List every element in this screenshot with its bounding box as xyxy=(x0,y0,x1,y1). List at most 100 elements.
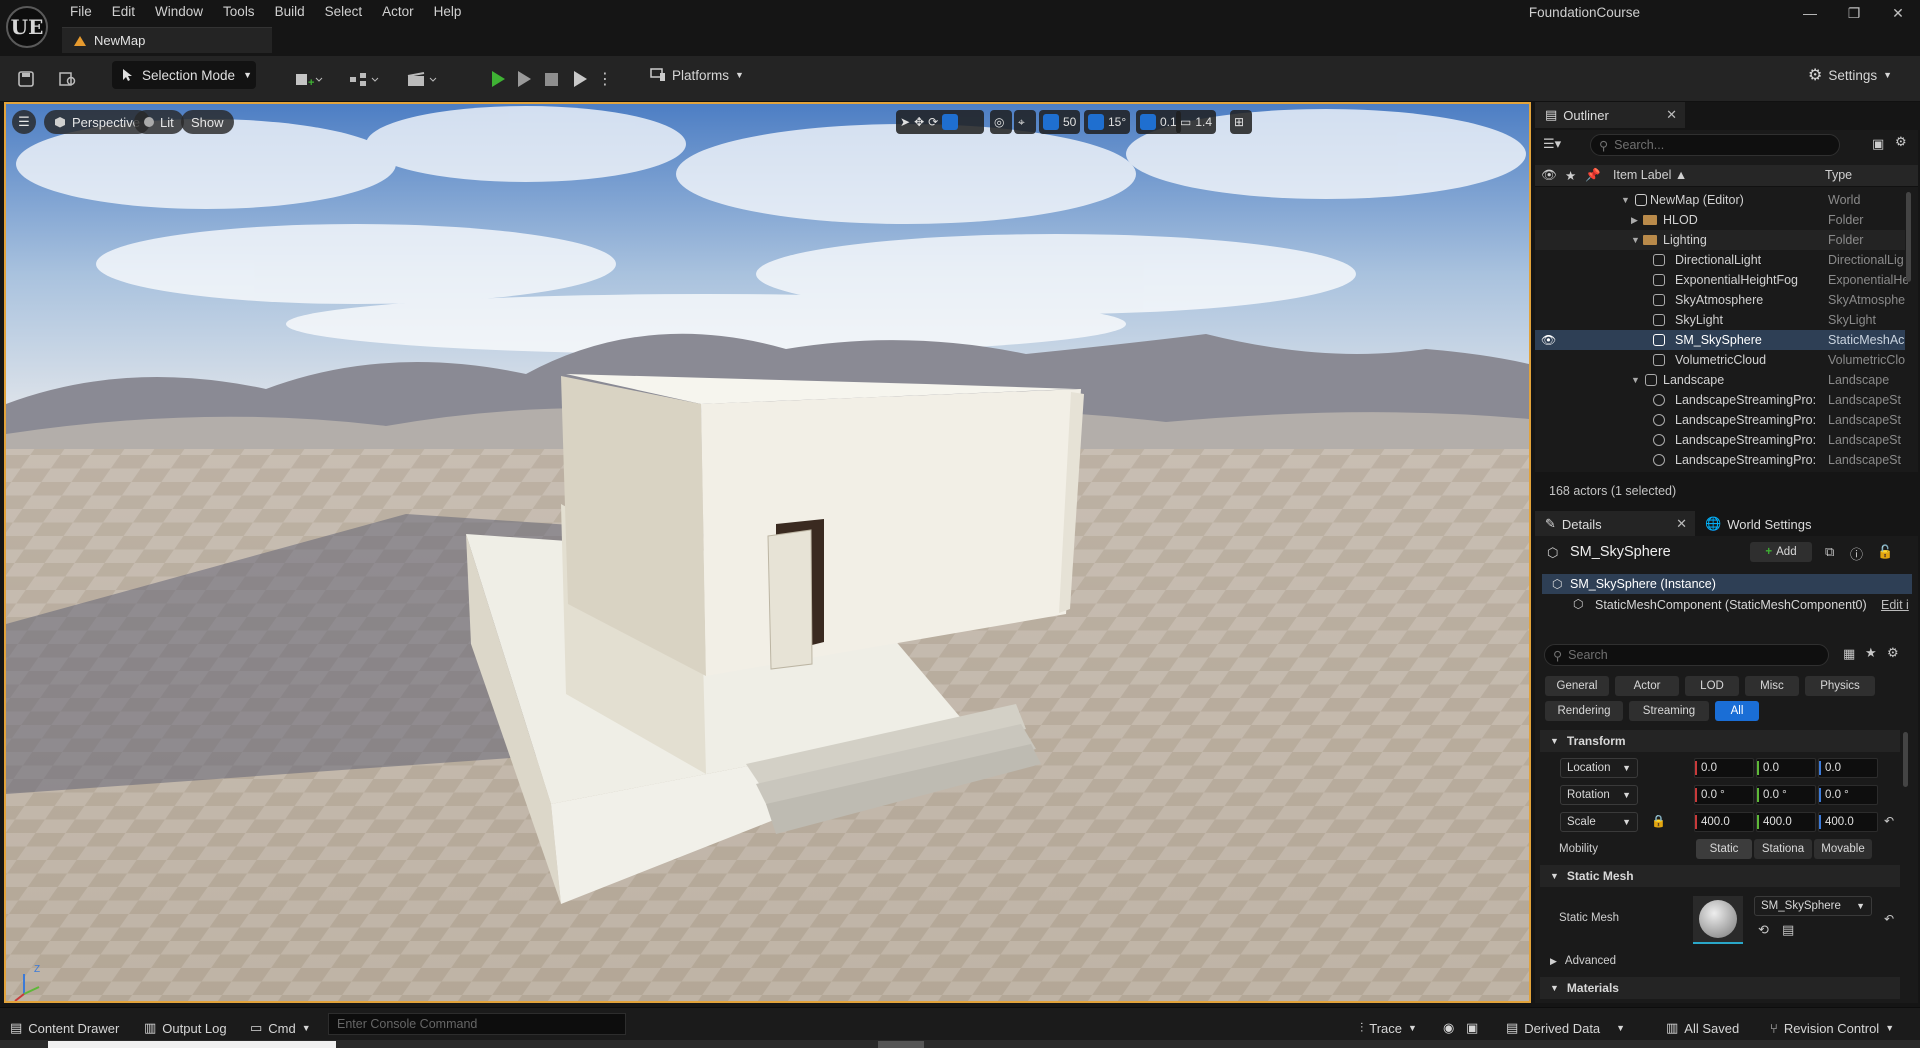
location-y-field[interactable]: 0.0 xyxy=(1756,758,1816,778)
rotation-z-field[interactable]: 0.0 ° xyxy=(1818,785,1878,805)
favorite-icon[interactable]: ★ xyxy=(1865,645,1877,661)
outliner-scrollbar[interactable] xyxy=(1906,192,1911,282)
blueprint-icon[interactable] xyxy=(346,66,382,92)
outliner-row[interactable]: SkyLight SkyLight xyxy=(1535,310,1905,330)
static-mesh-dropdown[interactable]: SM_SkySphere ▼ xyxy=(1754,896,1872,916)
mobility-static[interactable]: Static xyxy=(1696,839,1752,859)
viewport-menu-icon[interactable]: ☰ xyxy=(12,110,36,134)
settings-gear-icon[interactable]: ⚙ xyxy=(1895,134,1907,150)
help-icon[interactable]: ⓘ xyxy=(1850,544,1863,563)
visibility-col-icon[interactable]: 👁 xyxy=(1541,168,1557,183)
browse-asset-icon[interactable]: ▤ xyxy=(1782,922,1794,938)
eject-icon[interactable] xyxy=(570,66,590,92)
filter-misc[interactable]: Misc xyxy=(1745,676,1799,696)
content-drawer-button[interactable]: ▤ Content Drawer xyxy=(10,1016,119,1040)
outliner-row[interactable]: LandscapeStreamingPro: LandscapeSt xyxy=(1535,410,1905,430)
screenshot-icon[interactable]: ▣ xyxy=(1466,1016,1478,1040)
translate-icon[interactable]: ✥ xyxy=(914,115,924,129)
outliner-row[interactable]: ▶ HLOD Folder xyxy=(1535,210,1905,230)
maximize-viewport-icon[interactable]: ⊞ xyxy=(1230,110,1252,134)
filter-rendering[interactable]: Rendering xyxy=(1545,701,1623,721)
type-column[interactable]: Type xyxy=(1825,168,1852,182)
platforms-dropdown[interactable]: Platforms ▼ xyxy=(650,61,744,89)
scale-z-field[interactable]: 400.0 xyxy=(1818,812,1878,832)
camera-speed-button[interactable]: ▭ 1.4 xyxy=(1176,110,1217,134)
trace-dropdown[interactable]: ⫶ Trace ▼ xyxy=(1360,1016,1417,1040)
pin-col-icon[interactable]: 📌 xyxy=(1585,168,1601,183)
record-icon[interactable]: ◉ xyxy=(1443,1016,1454,1040)
outliner-row[interactable]: VolumetricCloud VolumetricClo xyxy=(1535,350,1905,370)
rotation-snap-toggle[interactable]: 15° xyxy=(1084,110,1131,134)
taskbar-item[interactable] xyxy=(878,1041,924,1048)
derived-data-dropdown[interactable]: ▤ Derived Data ▼ xyxy=(1506,1016,1625,1040)
scale-snap-toggle[interactable]: 0.1 xyxy=(1136,110,1181,134)
mobility-stationary[interactable]: Stationa xyxy=(1754,839,1812,859)
browse-icon[interactable] xyxy=(56,66,80,92)
level-tab[interactable]: NewMap xyxy=(62,27,272,53)
filter-general[interactable]: General xyxy=(1545,676,1609,696)
advanced-row[interactable]: ▶ Advanced xyxy=(1540,951,1900,971)
details-search[interactable]: ⚲ Search xyxy=(1544,644,1829,666)
scale-x-field[interactable]: 400.0 xyxy=(1694,812,1754,832)
static-mesh-section[interactable]: ▼ Static Mesh xyxy=(1540,865,1900,887)
menu-select[interactable]: Select xyxy=(315,0,373,24)
outliner-tab[interactable]: ▤ Outliner ✕ xyxy=(1535,102,1685,128)
stop-icon[interactable] xyxy=(541,66,561,92)
settings-dropdown[interactable]: ⚙ Settings ▼ xyxy=(1808,61,1892,89)
menu-build[interactable]: Build xyxy=(265,0,315,24)
outliner-row[interactable]: ExponentialHeightFog ExponentialHe xyxy=(1535,270,1908,290)
menu-window[interactable]: Window xyxy=(145,0,213,24)
menu-edit[interactable]: Edit xyxy=(102,0,145,24)
filter-actor[interactable]: Actor xyxy=(1615,676,1679,696)
add-folder-icon[interactable]: ▣ xyxy=(1872,136,1884,152)
lock-icon[interactable]: 🔒 xyxy=(1651,814,1666,828)
outliner-row[interactable]: LandscapeStreamingPro: LandscapeSt xyxy=(1535,450,1905,470)
outliner-row-selected[interactable]: 👁 SM_SkySphere StaticMeshAc xyxy=(1535,330,1905,350)
reset-icon[interactable]: ↶ xyxy=(1884,814,1894,828)
component-instance-row[interactable]: SM_SkySphere (Instance) xyxy=(1542,574,1912,594)
add-component-button[interactable]: + Add xyxy=(1750,542,1812,562)
filter-lod[interactable]: LOD xyxy=(1685,676,1739,696)
transform-section[interactable]: ▼ Transform xyxy=(1540,730,1900,752)
favorite-col-icon[interactable]: ★ xyxy=(1565,168,1576,183)
revision-control-dropdown[interactable]: ⑂ Revision Control ▼ xyxy=(1770,1016,1894,1040)
add-actor-icon[interactable]: + xyxy=(292,66,326,92)
details-scrollbar[interactable] xyxy=(1903,732,1908,787)
unreal-logo[interactable]: UE xyxy=(6,6,48,48)
rotation-y-field[interactable]: 0.0 ° xyxy=(1756,785,1816,805)
selection-mode-dropdown[interactable]: Selection Mode ▼ xyxy=(112,61,256,89)
filter-physics[interactable]: Physics xyxy=(1805,676,1875,696)
details-tab[interactable]: ✎ Details ✕ xyxy=(1535,511,1695,537)
scale-dropdown[interactable]: Scale ▼ xyxy=(1560,812,1638,832)
filter-all[interactable]: All xyxy=(1715,701,1759,721)
item-label-column[interactable]: Item Label ▲ xyxy=(1613,168,1687,182)
outliner-row[interactable]: ▼ NewMap (Editor) World xyxy=(1535,190,1905,210)
edit-link[interactable]: Edit i xyxy=(1881,598,1909,612)
menu-tools[interactable]: Tools xyxy=(213,0,265,24)
level-viewport[interactable]: Z ☰ Perspective Lit Show ➤ ✥ ⟳ ◎ ⌖ 50 15… xyxy=(4,102,1531,1003)
location-x-field[interactable]: 0.0 xyxy=(1694,758,1754,778)
outliner-row[interactable]: ▼ Landscape Landscape xyxy=(1535,370,1905,390)
select-icon[interactable]: ➤ xyxy=(900,115,910,129)
world-space-icon[interactable]: ◎ xyxy=(990,110,1012,134)
taskbar-item[interactable] xyxy=(48,1041,336,1048)
reset-icon[interactable]: ↶ xyxy=(1884,912,1894,926)
outliner-row[interactable]: LandscapeStreamingPro: LandscapeSt xyxy=(1535,390,1905,410)
menu-actor[interactable]: Actor xyxy=(372,0,424,24)
gear-icon[interactable]: ⚙ xyxy=(1887,645,1899,661)
materials-section[interactable]: ▼ Materials xyxy=(1540,977,1900,999)
filter-streaming[interactable]: Streaming xyxy=(1629,701,1709,721)
outliner-row[interactable]: ▼ Lighting Folder xyxy=(1535,230,1905,250)
outliner-row[interactable]: SkyAtmosphere SkyAtmosphe xyxy=(1535,290,1905,310)
location-dropdown[interactable]: Location ▼ xyxy=(1560,758,1638,778)
cinematics-icon[interactable] xyxy=(404,66,440,92)
all-saved-button[interactable]: ▥ All Saved xyxy=(1666,1016,1739,1040)
restore-icon[interactable]: ❐ xyxy=(1832,0,1876,26)
step-icon[interactable] xyxy=(514,66,534,92)
rotation-x-field[interactable]: 0.0 ° xyxy=(1694,785,1754,805)
surface-snap-icon[interactable]: ⌖ xyxy=(1014,110,1036,134)
lit-button[interactable]: Lit xyxy=(134,110,184,134)
mobility-movable[interactable]: Movable xyxy=(1814,839,1872,859)
scale-icon[interactable] xyxy=(942,114,959,130)
more-options-icon[interactable]: ⋮ xyxy=(597,66,613,92)
